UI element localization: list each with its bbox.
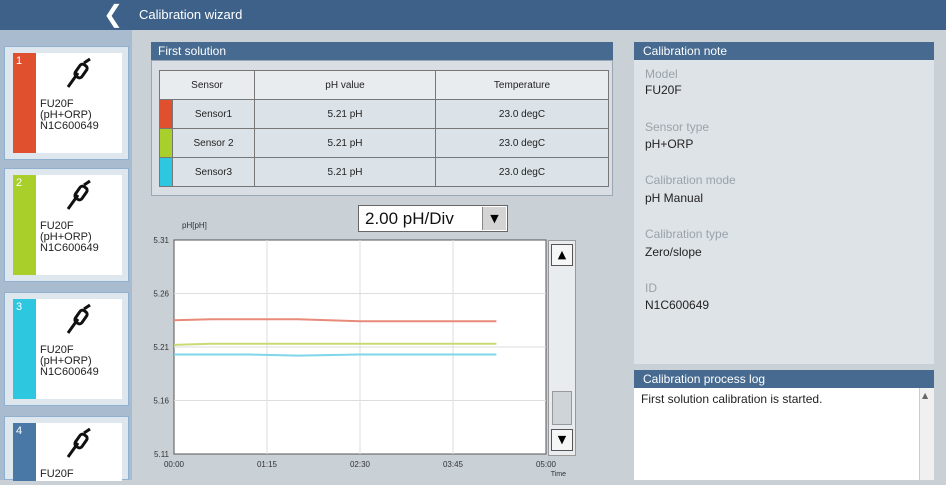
column-header-temperature: Temperature [435, 70, 609, 100]
sensor-card-face: FU20F (pH+ORP) N1C600649 [36, 53, 122, 153]
calibration-note-panel: Calibration note Model FU20F Sensor type… [634, 42, 934, 364]
sensor-card-face: FU20F [36, 423, 122, 481]
calibration-type-label: Calibration type [645, 227, 729, 241]
trend-chart: 00:00 01:15 02:30 03:45 05:00 5.31 5.26 5.21 5.1… [140, 218, 580, 480]
back-button[interactable]: ❮ [98, 0, 128, 30]
table-row: Sensor 2 5.21 pH 23.0 degC [159, 128, 609, 158]
y-axis-label: pH[pH] [182, 221, 207, 230]
sensor-type-label: Sensor type [645, 120, 710, 134]
sensor-card-label: FU20F (pH+ORP) N1C600649 [40, 344, 99, 378]
y-tick-label: 5.16 [153, 397, 169, 406]
x-tick-label: 05:00 [536, 460, 557, 469]
temperature-value: 23.0 degC [435, 99, 609, 129]
x-tick-label: 00:00 [164, 460, 185, 469]
probe-icon [66, 57, 91, 88]
calibration-mode-label: Calibration mode [645, 173, 736, 187]
sensor-card-face: FU20F (pH+ORP) N1C600649 [36, 175, 122, 275]
scroll-down-button[interactable]: ▼ [551, 429, 573, 451]
first-solution-panel: Sensor pH value Temperature Sensor1 5.21… [151, 60, 613, 196]
sensor-number: 2 [16, 177, 23, 189]
y-tick-label: 5.11 [154, 450, 170, 459]
y-tick-label: 5.31 [153, 236, 169, 245]
probe-icon [66, 303, 91, 334]
x-tick-label: 01:15 [257, 460, 278, 469]
sensor-card-label: FU20F (pH+ORP) N1C600649 [40, 98, 99, 132]
sensor-card-3[interactable]: 3 FU20F (pH+ORP) N1C600649 [4, 292, 129, 406]
column-header-ph: pH value [254, 70, 436, 100]
ph-value: 5.21 pH [254, 128, 436, 158]
sensor-card-label: FU20F (pH+ORP) N1C600649 [40, 220, 99, 254]
chevron-left-icon: ❮ [102, 0, 124, 28]
x-tick-label: 02:30 [350, 460, 371, 469]
sensor-number: 1 [16, 55, 23, 67]
probe-icon [66, 427, 91, 458]
sensor-color-stripe [13, 175, 36, 275]
model-value: FU20F [645, 83, 682, 97]
title-bar: ❮ Calibration wizard [0, 0, 946, 30]
triangle-down-icon: ▼ [557, 433, 567, 446]
app-title: Calibration wizard [139, 7, 243, 22]
chart-scrollbar[interactable]: ▲ ▼ [548, 240, 576, 456]
model-label: Model [645, 67, 678, 81]
sensor-color-stripe [13, 53, 36, 153]
column-header-sensor: Sensor [159, 70, 255, 100]
probe-icon [66, 179, 91, 210]
table-row: Sensor3 5.21 pH 23.0 degC [159, 157, 609, 187]
sensor-name: Sensor3 [172, 157, 255, 187]
sensor-name: Sensor 2 [172, 128, 255, 158]
id-value: N1C600649 [645, 298, 710, 312]
sensor-color-stripe [13, 299, 36, 399]
x-tick-label: 03:45 [443, 460, 464, 469]
triangle-up-icon: ▲ [557, 248, 567, 261]
sensor-card-1[interactable]: 1 FU20F (pH+ORP) N1C600649 [4, 46, 129, 160]
log-scrollbar[interactable]: ▲ [919, 388, 934, 480]
sensor-color-swatch [159, 99, 173, 129]
calibration-log-panel: Calibration process log First solution c… [634, 370, 934, 480]
ph-value: 5.21 pH [254, 157, 436, 187]
sensor-number: 4 [16, 425, 23, 437]
temperature-value: 23.0 degC [435, 157, 609, 187]
ph-value: 5.21 pH [254, 99, 436, 129]
calibration-log-header: Calibration process log [634, 370, 934, 388]
y-tick-label: 5.26 [153, 290, 169, 299]
first-solution-header: First solution [151, 42, 613, 60]
sensor-type-value: pH+ORP [645, 137, 694, 151]
calibration-note-header: Calibration note [634, 42, 934, 60]
sensor-color-swatch [159, 128, 173, 158]
scroll-up-button[interactable]: ▲ [551, 244, 573, 266]
sensor-card-face: FU20F (pH+ORP) N1C600649 [36, 299, 122, 399]
series-line-3 [174, 353, 497, 357]
calibration-mode-value: pH Manual [645, 191, 704, 205]
sensor-name: Sensor1 [172, 99, 255, 129]
log-message: First solution calibration is started. [641, 392, 823, 406]
scrollbar-thumb[interactable] [552, 391, 572, 425]
sensor-table: Sensor pH value Temperature Sensor1 5.21… [159, 70, 609, 187]
x-axis-label: Time [551, 471, 566, 478]
sensor-card-label: FU20F [40, 468, 74, 480]
sensor-card-2[interactable]: 2 FU20F (pH+ORP) N1C600649 [4, 168, 129, 282]
calibration-type-value: Zero/slope [645, 245, 702, 259]
sensor-color-swatch [159, 157, 173, 187]
trend-chart-svg: 00:00 01:15 02:30 03:45 05:00 5.31 5.26 5.21 5.1… [153, 221, 566, 478]
temperature-value: 23.0 degC [435, 128, 609, 158]
table-row: Sensor1 5.21 pH 23.0 degC [159, 99, 609, 129]
id-label: ID [645, 281, 657, 295]
table-header-row: Sensor pH value Temperature [159, 70, 609, 100]
sensor-number: 3 [16, 301, 23, 313]
sensor-sidebar: 1 FU20F (pH+ORP) N1C600649 2 FU20F (pH+ORP)… [0, 30, 132, 481]
y-tick-label: 5.21 [153, 343, 169, 352]
scroll-up-icon[interactable]: ▲ [922, 391, 928, 400]
series-line-2 [173, 342, 497, 346]
sensor-card-4[interactable]: 4 FU20F [4, 416, 129, 481]
